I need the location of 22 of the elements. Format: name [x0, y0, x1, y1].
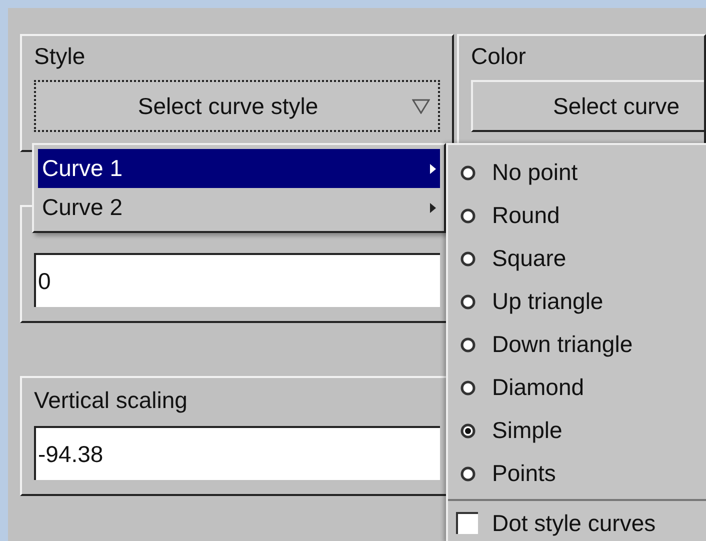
- point-style-option[interactable]: Points: [448, 452, 706, 495]
- select-color-button[interactable]: Select curve: [471, 80, 704, 132]
- point-style-option[interactable]: Round: [448, 194, 706, 237]
- dot-style-option[interactable]: Dot style curves: [448, 505, 706, 541]
- horizontal-scaling-field[interactable]: 0: [34, 253, 440, 307]
- group-label: Vertical scaling: [34, 386, 188, 415]
- curve-menu-item[interactable]: Curve 1: [38, 149, 440, 188]
- point-style-option[interactable]: Square: [448, 237, 706, 280]
- vertical-scaling-field[interactable]: -94.38: [34, 426, 440, 480]
- submenu-arrow-icon: [430, 202, 436, 212]
- curve-menu-item[interactable]: Curve 2: [38, 188, 440, 227]
- point-style-option[interactable]: Up triangle: [448, 280, 706, 323]
- point-style-option[interactable]: Simple: [448, 409, 706, 452]
- point-style-option[interactable]: No point: [448, 151, 706, 194]
- group-label: Color: [471, 42, 527, 71]
- point-style-option[interactable]: Down triangle: [448, 323, 706, 366]
- group-label: Style: [34, 42, 86, 71]
- select-style-dropdown[interactable]: Select curve style: [34, 80, 440, 132]
- dropdown-arrow-icon: [412, 98, 430, 114]
- checkbox[interactable]: [456, 512, 478, 534]
- submenu-arrow-icon: [430, 164, 436, 174]
- point-style-option[interactable]: Diamond: [448, 366, 706, 409]
